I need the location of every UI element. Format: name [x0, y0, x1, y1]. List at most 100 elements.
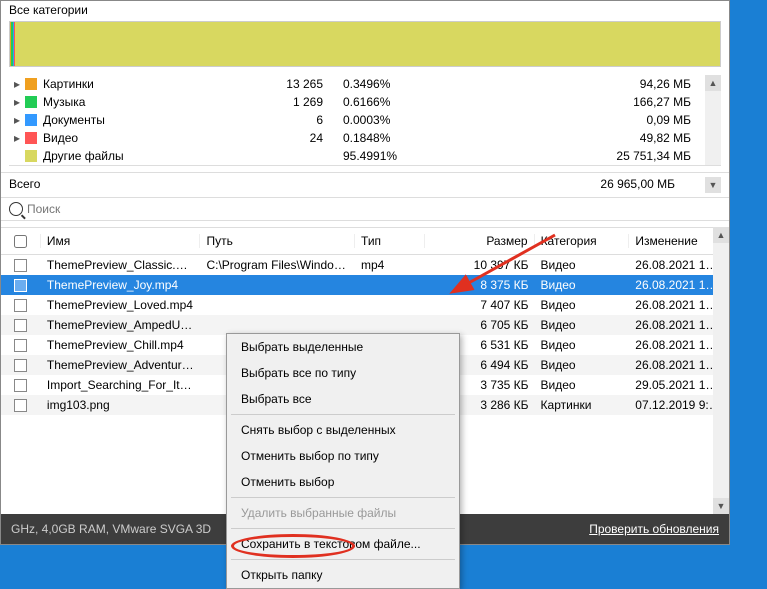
expand-icon[interactable]: ▸: [9, 95, 25, 109]
header-category[interactable]: Категория: [535, 234, 630, 248]
total-label: Всего: [9, 177, 600, 193]
category-percent: 95.4991%: [343, 149, 423, 163]
cell-category: Видео: [535, 257, 630, 273]
cell-path: [200, 324, 355, 326]
scroll-down-icon[interactable]: ▼: [705, 177, 721, 193]
scroll-up-icon[interactable]: ▲: [713, 227, 729, 243]
total-scroll-gap: ▼: [705, 177, 721, 193]
category-percent: 0.6166%: [343, 95, 423, 109]
category-usage-bar: [9, 21, 721, 67]
table-header: Имя Путь Тип Размер Категория Изменение: [1, 227, 729, 255]
cell-type: [355, 284, 425, 286]
category-size: 49,82 МБ: [423, 131, 721, 145]
cell-name: Import_Searching_For_Ite...: [41, 377, 201, 393]
cell-name: ThemePreview_Joy.mp4: [41, 277, 201, 293]
row-checkbox[interactable]: [14, 279, 27, 292]
cell-size: 8 375 КБ: [425, 277, 535, 293]
scroll-down-icon[interactable]: ▼: [713, 498, 729, 514]
row-checkbox[interactable]: [14, 379, 27, 392]
header-name[interactable]: Имя: [41, 234, 201, 248]
menu-item[interactable]: Выбрать все: [227, 386, 459, 412]
category-name: Другие файлы: [43, 149, 283, 163]
category-count: 6: [283, 113, 343, 127]
category-list: ▸ Картинки 13 265 0.3496% 94,26 МБ▸ Музы…: [9, 75, 721, 166]
cell-name: ThemePreview_Classic.mp4: [41, 257, 201, 273]
menu-item[interactable]: Отменить выбор: [227, 469, 459, 495]
category-row[interactable]: ▸ Картинки 13 265 0.3496% 94,26 МБ: [9, 75, 721, 93]
header-path[interactable]: Путь: [200, 234, 355, 248]
header-type[interactable]: Тип: [355, 234, 425, 248]
table-row[interactable]: ThemePreview_Classic.mp4 C:\Program File…: [1, 255, 729, 275]
menu-item[interactable]: Открыть папку: [227, 562, 459, 588]
category-row[interactable]: ▸ Видео 24 0.1848% 49,82 МБ: [9, 129, 721, 147]
cell-size: 10 397 КБ: [425, 257, 535, 273]
bar-seg-other: [15, 22, 720, 66]
category-percent: 0.1848%: [343, 131, 423, 145]
cell-type: mp4: [355, 257, 425, 273]
table-row[interactable]: ThemePreview_Loved.mp4 7 407 КБ Видео 26…: [1, 295, 729, 315]
row-checkbox[interactable]: [14, 259, 27, 272]
category-row[interactable]: ▸ Документы 6 0.0003% 0,09 МБ: [9, 111, 721, 129]
category-size: 166,27 МБ: [423, 95, 721, 109]
row-checkbox[interactable]: [14, 299, 27, 312]
category-scrollbar[interactable]: ▲: [705, 75, 721, 165]
context-menu: Выбрать выделенныеВыбрать все по типуВыб…: [226, 333, 460, 589]
category-count: 1 269: [283, 95, 343, 109]
cell-name: ThemePreview_Chill.mp4: [41, 337, 201, 353]
menu-separator: [231, 528, 455, 529]
category-percent: 0.3496%: [343, 77, 423, 91]
cell-size: 6 705 КБ: [425, 317, 535, 333]
category-row[interactable]: ▸ Музыка 1 269 0.6166% 166,27 МБ: [9, 93, 721, 111]
category-color-swatch: [25, 114, 37, 126]
cell-category: Видео: [535, 377, 630, 393]
table-scrollbar[interactable]: ▲ ▼: [713, 227, 729, 514]
table-row[interactable]: ThemePreview_AmpedUp... 6 705 КБ Видео 2…: [1, 315, 729, 335]
category-name: Документы: [43, 113, 283, 127]
cell-name: ThemePreview_Adventure...: [41, 357, 201, 373]
cell-type: [355, 324, 425, 326]
header-size[interactable]: Размер: [425, 234, 535, 248]
cell-type: [355, 304, 425, 306]
category-name: Картинки: [43, 77, 283, 91]
search-icon: [9, 202, 23, 216]
total-row: Всего 26 965,00 МБ ▼: [1, 172, 729, 197]
row-checkbox[interactable]: [14, 319, 27, 332]
cell-category: Видео: [535, 317, 630, 333]
expand-icon[interactable]: ▸: [9, 131, 25, 145]
row-checkbox[interactable]: [14, 339, 27, 352]
category-row[interactable]: Другие файлы 95.4991% 25 751,34 МБ: [9, 147, 721, 165]
expand-icon[interactable]: ▸: [9, 113, 25, 127]
category-count: 24: [283, 131, 343, 145]
table-row[interactable]: ThemePreview_Joy.mp4 8 375 КБ Видео 26.0…: [1, 275, 729, 295]
expand-icon[interactable]: ▸: [9, 77, 25, 91]
check-updates-link[interactable]: Проверить обновления: [589, 522, 719, 536]
cell-category: Видео: [535, 337, 630, 353]
cell-name: ThemePreview_AmpedUp...: [41, 317, 201, 333]
select-all-checkbox[interactable]: [14, 235, 27, 248]
category-color-swatch: [25, 132, 37, 144]
cell-path: C:\Program Files\Windows...: [200, 257, 355, 273]
category-color-swatch: [25, 78, 37, 90]
menu-item[interactable]: Снять выбор с выделенных: [227, 417, 459, 443]
menu-item[interactable]: Выбрать выделенные: [227, 334, 459, 360]
menu-separator: [231, 559, 455, 560]
menu-separator: [231, 414, 455, 415]
category-name: Музыка: [43, 95, 283, 109]
category-color-swatch: [25, 150, 37, 162]
category-color-swatch: [25, 96, 37, 108]
menu-item[interactable]: Отменить выбор по типу: [227, 443, 459, 469]
category-size: 25 751,34 МБ: [423, 149, 721, 163]
category-percent: 0.0003%: [343, 113, 423, 127]
footer-sysinfo: GHz, 4,0GB RAM, VMware SVGA 3D: [11, 522, 211, 536]
category-size: 0,09 МБ: [423, 113, 721, 127]
category-count: 13 265: [283, 77, 343, 91]
header-checkbox-col: [1, 234, 41, 248]
row-checkbox[interactable]: [14, 359, 27, 372]
cell-name: img103.png: [41, 397, 201, 413]
row-checkbox[interactable]: [14, 399, 27, 412]
menu-item[interactable]: Сохранить в текстовом файле...: [227, 531, 459, 557]
search-input[interactable]: [27, 202, 721, 216]
menu-item[interactable]: Выбрать все по типу: [227, 360, 459, 386]
total-size: 26 965,00 МБ: [600, 177, 705, 193]
scroll-up-icon[interactable]: ▲: [705, 75, 721, 91]
